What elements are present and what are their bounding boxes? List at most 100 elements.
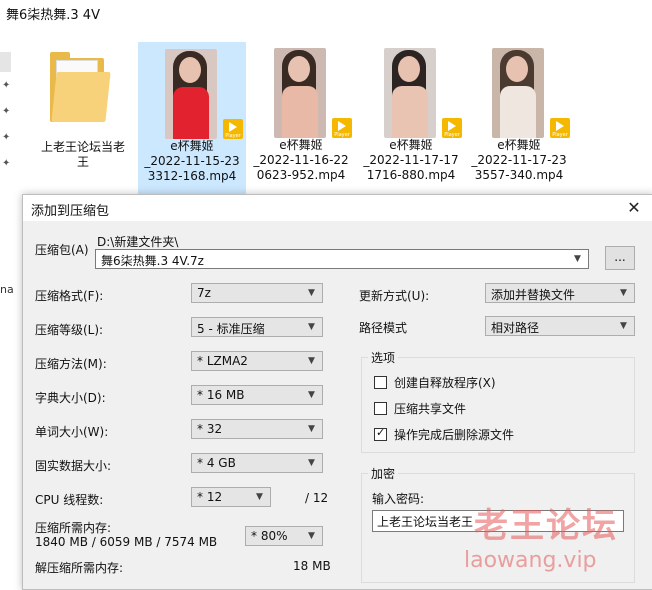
video-thumbnail: [492, 48, 544, 138]
memory-usage-value: 1840 MB / 6059 MB / 7574 MB: [35, 535, 218, 549]
chevron-down-icon: ▼: [620, 288, 627, 298]
video-thumbnail: [384, 48, 436, 138]
options-group: 选项 创建自释放程序(X) 压缩共享文件 ✓ 操作完成后删除源文件: [361, 349, 635, 453]
nav-selected-item[interactable]: [0, 52, 11, 72]
word-size-label: 单词大小(W):: [35, 425, 109, 439]
chevron-down-icon: ▼: [308, 424, 315, 434]
cpu-threads-value: * 12: [197, 490, 223, 504]
decompress-memory-label: 解压缩所需内存:: [35, 561, 124, 575]
file-name-line: _2022-11-17-17: [363, 153, 459, 167]
pin-icon: ✦: [2, 106, 11, 117]
file-name-line: _2022-11-17-23: [471, 153, 567, 167]
folder-item[interactable]: 上老王论坛当老 王: [30, 42, 136, 192]
password-label: 输入密码:: [372, 492, 425, 506]
chevron-down-icon: ▼: [256, 492, 263, 502]
file-name-line: 0623-952.mp4: [256, 168, 346, 182]
pin-icon: ✦: [2, 158, 11, 169]
player-badge-icon: Player: [223, 119, 243, 139]
dictionary-label: 字典大小(D):: [35, 391, 106, 405]
file-name-line: 1716-880.mp4: [366, 168, 456, 182]
level-select[interactable]: 5 - 标准压缩 ▼: [191, 317, 323, 337]
player-badge-icon: Player: [442, 118, 462, 138]
path-mode-label: 路径模式: [359, 321, 408, 335]
sfx-checkbox[interactable]: [374, 376, 387, 389]
file-name-line: _2022-11-16-22: [253, 153, 349, 167]
cpu-threads-select[interactable]: * 12 ▼: [191, 487, 271, 507]
file-name-line: e杯舞姬: [170, 139, 214, 153]
solid-block-label: 固实数据大小:: [35, 459, 112, 473]
file-name-line: _2022-11-15-23: [144, 154, 240, 168]
method-select[interactable]: * LZMA2 ▼: [191, 351, 323, 371]
decompress-memory-value: 18 MB: [293, 559, 331, 573]
options-group-title: 选项: [368, 349, 399, 366]
chevron-down-icon: ▼: [308, 531, 315, 541]
chevron-down-icon: ▼: [308, 356, 315, 366]
file-name-line: e杯舞姬: [497, 138, 541, 152]
chevron-down-icon: ▼: [308, 390, 315, 400]
sfx-option-label: 创建自释放程序(X): [394, 376, 496, 390]
video-file-item[interactable]: Player e杯舞姬 _2022-11-17-23 3557-340.mp4: [466, 42, 572, 192]
browse-button[interactable]: ...: [605, 246, 635, 270]
archive-label: 压缩包(A): [35, 243, 89, 257]
chevron-down-icon: ▼: [574, 254, 581, 264]
password-value: 上老王论坛当老王: [377, 515, 474, 529]
chevron-down-icon: ▼: [308, 288, 315, 298]
checkmark-icon: ✓: [376, 426, 386, 439]
chevron-down-icon: ▼: [308, 458, 315, 468]
memory-percent-select[interactable]: * 80% ▼: [245, 526, 323, 546]
pin-icon: ✦: [2, 132, 11, 143]
player-badge-icon: Player: [332, 118, 352, 138]
memory-label: 压缩所需内存:: [35, 521, 112, 535]
archive-name-combo[interactable]: 舞6柒热舞.3 4V.7z ▼: [95, 249, 589, 269]
path-mode-select[interactable]: 相对路径 ▼: [485, 316, 635, 336]
format-select[interactable]: 7z ▼: [191, 283, 323, 303]
word-size-select[interactable]: * 32 ▼: [191, 419, 323, 439]
delete-source-checkbox[interactable]: ✓: [374, 426, 387, 441]
chevron-down-icon: ▼: [308, 322, 315, 332]
file-name-line: 3557-340.mp4: [474, 168, 564, 182]
encryption-group-title: 加密: [368, 465, 399, 482]
word-size-value: * 32: [197, 422, 223, 436]
explorer-titlebar: 舞6柒热舞.3 4V: [0, 0, 652, 26]
path-mode-value: 相对路径: [491, 321, 540, 335]
folder-icon: [50, 52, 111, 122]
video-file-item[interactable]: Player e杯舞姬 _2022-11-15-23 3312-168.mp4: [138, 42, 246, 194]
video-file-item[interactable]: Player e杯舞姬 _2022-11-17-17 1716-880.mp4: [358, 42, 464, 192]
cpu-threads-label: CPU 线程数:: [35, 493, 104, 507]
file-name-line: e杯舞姬: [279, 138, 323, 152]
player-badge-icon: Player: [550, 118, 570, 138]
video-thumbnail: [165, 49, 217, 139]
file-name-line: 王: [76, 155, 89, 169]
format-label: 压缩格式(F):: [35, 289, 104, 303]
delete-source-option-label: 操作完成后删除源文件: [394, 428, 515, 442]
solid-block-value: * 4 GB: [197, 456, 236, 470]
file-name-line: e杯舞姬: [389, 138, 433, 152]
cpu-threads-total: / 12: [305, 491, 329, 505]
update-mode-select[interactable]: 添加并替换文件 ▼: [485, 283, 635, 303]
watermark-url: laowang.vip: [464, 548, 597, 573]
file-name-line: 上老王论坛当老: [40, 140, 125, 154]
archive-directory: D:\新建文件夹\: [97, 235, 179, 249]
explorer-title: 舞6柒热舞.3 4V: [6, 8, 100, 23]
format-value: 7z: [197, 286, 211, 300]
shared-files-checkbox[interactable]: [374, 402, 387, 415]
video-file-item[interactable]: Player e杯舞姬 _2022-11-16-22 0623-952.mp4: [248, 42, 354, 192]
method-value: * LZMA2: [197, 354, 248, 368]
dictionary-select[interactable]: * 16 MB ▼: [191, 385, 323, 405]
dialog-titlebar: 添加到压缩包 ✕: [23, 195, 652, 221]
close-icon[interactable]: ✕: [623, 197, 645, 219]
file-name-line: 3312-168.mp4: [147, 169, 237, 183]
method-label: 压缩方法(M):: [35, 357, 107, 371]
archive-name-value: 舞6柒热舞.3 4V.7z: [101, 254, 204, 268]
watermark-text: 老王论坛: [474, 506, 618, 546]
dictionary-value: * 16 MB: [197, 388, 245, 402]
solid-block-select[interactable]: * 4 GB ▼: [191, 453, 323, 473]
shared-files-option-label: 压缩共享文件: [394, 402, 467, 416]
video-thumbnail: [274, 48, 326, 138]
memory-percent-value: * 80%: [251, 529, 288, 543]
dialog-title: 添加到压缩包: [31, 204, 110, 219]
pin-icon: ✦: [2, 80, 11, 91]
update-mode-value: 添加并替换文件: [491, 288, 576, 302]
level-value: 5 - 标准压缩: [197, 322, 265, 336]
nav-pane-text: na: [0, 283, 14, 296]
